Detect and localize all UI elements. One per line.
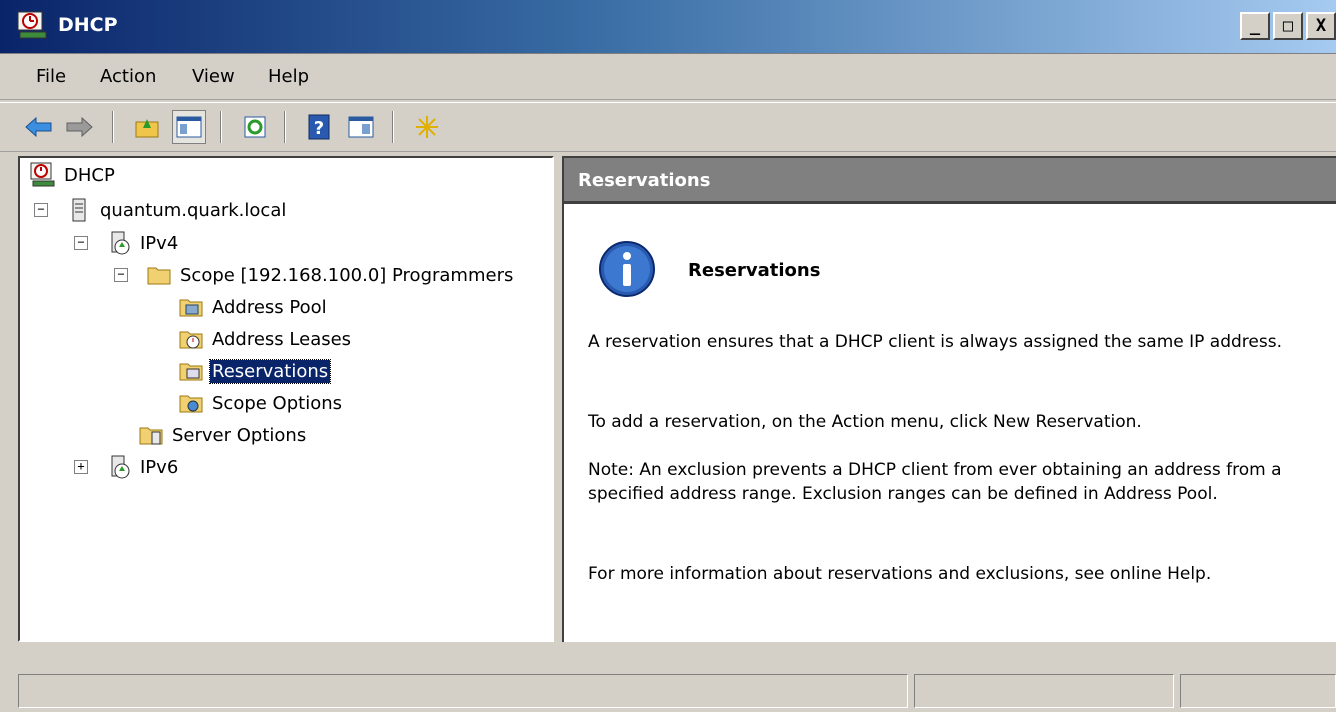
details-header-title: Reservations [578,170,711,191]
server-options-icon [139,427,163,445]
dhcp-icon [17,11,47,39]
menu-view-label: View [192,66,235,87]
show-hide-tree-icon [176,116,202,138]
help-icon: ? [308,114,330,140]
tree-node-dhcp[interactable]: DHCP [30,160,117,190]
tree-node-ipv4[interactable]: IPv4 [106,228,180,258]
menu-view[interactable]: View [192,66,235,87]
tree-node-ipv6[interactable]: IPv6 [106,452,180,482]
menu-action[interactable]: Action [100,66,156,87]
back-icon [25,116,52,138]
console-tree[interactable]: DHCP − quantum.quark.local − IPv4 − Scop… [18,156,554,642]
ipv4-icon [111,231,130,255]
minimize-button[interactable]: _ [1240,12,1270,40]
details-pane: Reservations Reservations A reservation … [562,156,1336,642]
scope-options-icon [179,395,203,413]
tree-node-reservations[interactable]: Reservations [178,356,332,386]
reservations-icon [179,363,203,381]
tree-node-label: Scope Options [212,392,343,414]
forward-button[interactable] [62,110,96,144]
tree-node-label: Reservations [208,358,332,384]
up-folder-button[interactable] [130,110,164,144]
tree-node-label: IPv4 [140,232,179,254]
status-panel [1180,674,1336,708]
status-bar [0,670,1336,712]
toolbar-separator [112,111,114,143]
tree-node-scope[interactable]: Scope [192.168.100.0] Programmers [146,260,515,290]
dhcp-icon [30,162,55,187]
address-pool-icon [179,299,203,317]
tree-node-label: DHCP [64,164,115,186]
maximize-button[interactable]: □ [1273,12,1303,40]
new-button[interactable] [410,110,444,144]
show-hide-tree-button[interactable] [172,110,206,144]
tree-node-label: Scope [192.168.100.0] Programmers [180,264,514,286]
tree-node-label: Address Pool [212,296,327,318]
tree-node-address-leases[interactable]: Address Leases [178,324,353,354]
refresh-icon [244,116,266,138]
details-paragraph: For more information about reservations … [588,564,1212,584]
status-panel [18,674,908,708]
refresh-button[interactable] [238,110,272,144]
details-paragraph: A reservation ensures that a DHCP client… [588,332,1283,352]
menu-bar: File Action View Help [0,56,1336,100]
status-panel [914,674,1174,708]
menu-file[interactable]: File [36,66,66,87]
details-title: Reservations [688,260,821,281]
collapse-toggle[interactable]: − [114,268,128,282]
menu-file-label: File [36,66,67,87]
help-button[interactable]: ? [302,110,336,144]
close-button[interactable]: X [1306,12,1336,40]
tree-node-label: Address Leases [212,328,352,350]
action-pane-button[interactable] [344,110,378,144]
tree-node-server[interactable]: quantum.quark.local [66,195,288,225]
collapse-toggle[interactable]: − [74,236,88,250]
toolbar: ? [0,102,1336,152]
tree-node-label: quantum.quark.local [100,199,287,221]
menu-help[interactable]: Help [268,66,309,87]
toolbar-separator [392,111,394,143]
ipv6-icon [111,455,130,479]
collapse-toggle[interactable]: − [34,203,48,217]
svg-text:?: ? [314,118,324,139]
tree-node-server-options[interactable]: Server Options [138,420,308,450]
menu-help-label: Help [268,66,310,87]
back-button[interactable] [22,110,56,144]
window-title: DHCP [58,14,118,36]
details-header: Reservations [564,158,1336,204]
tree-node-address-pool[interactable]: Address Pool [178,292,329,322]
address-leases-icon [179,331,203,349]
menu-action-label: Action [100,66,157,87]
expand-toggle[interactable]: + [74,460,88,474]
folder-icon [147,267,171,285]
tree-node-scope-options[interactable]: Scope Options [178,388,344,418]
server-icon [72,198,86,222]
toolbar-separator [220,111,222,143]
new-icon [416,116,438,138]
info-icon [599,241,655,297]
details-paragraph: Note: An exclusion prevents a DHCP clien… [588,460,1282,504]
toolbar-separator [284,111,286,143]
forward-icon [66,116,93,138]
up-folder-icon [135,119,159,138]
details-paragraph: To add a reservation, on the Action menu… [588,412,1142,432]
tree-node-label: Server Options [172,424,307,446]
tree-node-label: IPv6 [140,456,179,478]
action-pane-icon [348,116,374,138]
title-bar: DHCP _ □ X [0,0,1336,54]
